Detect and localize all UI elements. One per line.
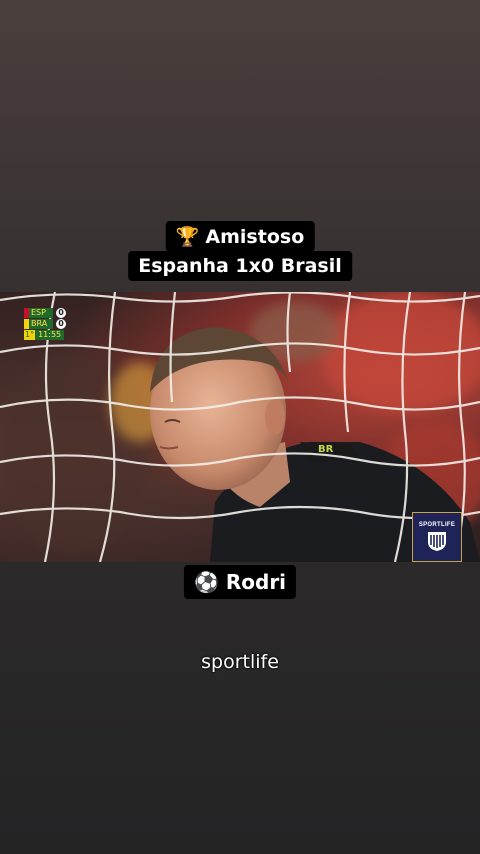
watermark-text: sportlife (201, 651, 279, 673)
channel-logo-text: SPORTLIFE (418, 522, 456, 528)
competition-caption: 🏆 Amistoso (165, 221, 315, 252)
scoreboard: ESP 0 BRA 0 1° 11:55 (24, 308, 66, 341)
player-name: Rodri (225, 570, 287, 594)
home-team-code: ESP (29, 308, 53, 318)
player-caption: ⚽ Rodri (183, 565, 297, 599)
away-team-score: 0 (56, 319, 66, 329)
scoreboard-row-away: BRA 0 (24, 319, 66, 329)
goal-net (0, 292, 480, 562)
match-result-caption: Espanha 1x0 Brasil (128, 251, 352, 281)
match-clock: 11:55 (35, 330, 65, 340)
soccer-ball-icon: ⚽ (193, 570, 219, 594)
match-period: 1° (24, 330, 36, 340)
channel-logo: SPORTLIFE (412, 512, 462, 562)
shield-icon (428, 532, 446, 551)
competition-label: Amistoso (205, 226, 305, 248)
video-frame[interactable]: BR ESP 0 BRA 0 1° 11:55 SPORTLIFE (0, 292, 480, 562)
away-team-code: BRA (29, 319, 53, 329)
trophy-icon: 🏆 (175, 226, 200, 248)
scoreboard-time-row: 1° 11:55 (24, 330, 66, 340)
home-team-score: 0 (56, 308, 66, 318)
scoreboard-row-home: ESP 0 (24, 308, 66, 318)
match-result-label: Espanha 1x0 Brasil (138, 255, 342, 277)
